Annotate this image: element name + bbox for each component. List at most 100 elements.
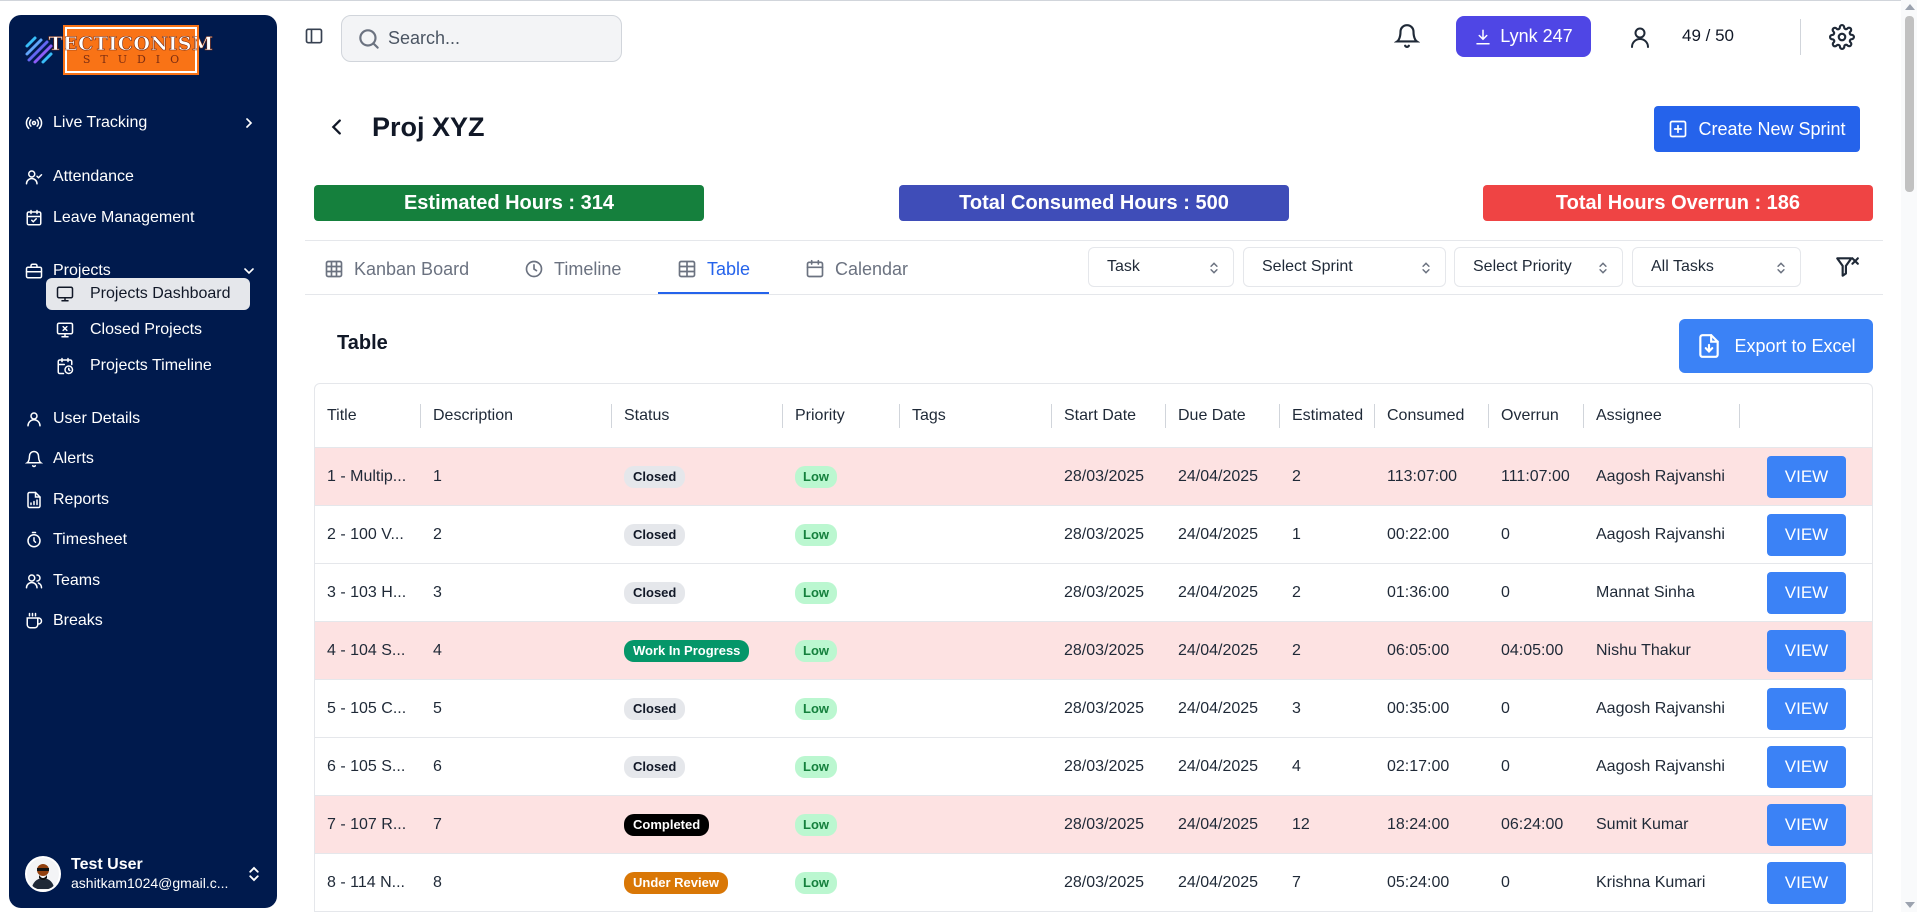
view-button[interactable]: VIEW	[1767, 804, 1846, 846]
sidebar-subitem-projects-timeline[interactable]: Projects Timeline	[46, 350, 250, 382]
view-button[interactable]: VIEW	[1767, 456, 1846, 498]
cell-title: 7 - 107 R...	[315, 796, 421, 854]
column-header[interactable]: Tags	[900, 384, 1052, 448]
column-header[interactable]: Status	[612, 384, 783, 448]
view-button[interactable]: VIEW	[1767, 746, 1846, 788]
cell-value: 24/04/2025	[1178, 816, 1259, 833]
cell-value: 6 - 105 S...	[327, 758, 406, 775]
table-row[interactable]: 7 - 107 R... 7 Completed Low 28/03/2025 24/04…	[315, 796, 1872, 854]
cell-value: 04:05:00	[1501, 642, 1564, 659]
notification-bell-icon[interactable]	[1394, 22, 1420, 50]
sidebar-item-alerts[interactable]: Alerts	[25, 445, 261, 473]
clear-filter-icon[interactable]	[1834, 254, 1860, 280]
column-header[interactable]: Overrun	[1489, 384, 1584, 448]
sidebar-item-live-tracking[interactable]: Live Tracking	[25, 109, 261, 137]
tab-table[interactable]: Table	[677, 254, 750, 284]
cell-overrun: 06:24:00	[1489, 796, 1584, 854]
view-button[interactable]: VIEW	[1767, 862, 1846, 904]
user-icon[interactable]	[1628, 24, 1652, 50]
status-badge: Closed	[624, 698, 686, 720]
tab-calendar[interactable]: Calendar	[805, 254, 908, 284]
tab-label: Kanban Board	[354, 258, 470, 279]
table-row[interactable]: 1 - Multip... 1 Closed Low 28/03/2025 24/04/2…	[315, 448, 1872, 506]
cell-assignee: Aagosh Rajvanshi	[1584, 680, 1740, 738]
view-button[interactable]: VIEW	[1767, 572, 1846, 614]
sidebar-item-breaks[interactable]: Breaks	[25, 607, 261, 635]
cell-value: 24/04/2025	[1178, 468, 1259, 485]
cell-value: Sumit Kumar	[1596, 816, 1689, 833]
column-header[interactable]: Consumed	[1375, 384, 1489, 448]
scroll-thumb[interactable]	[1905, 16, 1914, 192]
search-box[interactable]	[341, 15, 622, 62]
sidebar-subitem-label: Projects Dashboard	[90, 285, 231, 302]
chevrons-up-down-icon[interactable]	[245, 864, 263, 884]
download-icon	[1476, 29, 1491, 44]
cell-value: 00:35:00	[1387, 700, 1450, 717]
cell-title: 8 - 114 N...	[315, 854, 421, 912]
table-row[interactable]: 6 - 105 S... 6 Closed Low 28/03/2025 24/04/20…	[315, 738, 1872, 796]
create-sprint-button[interactable]: Create New Sprint	[1654, 106, 1860, 152]
table-row[interactable]: 3 - 103 H... 3 Closed Low 28/03/2025 24/04/20…	[315, 564, 1872, 622]
sidebar-toggle-icon[interactable]	[304, 26, 324, 46]
sidebar-item-leave-management[interactable]: Leave Management	[25, 204, 261, 232]
tab-timeline[interactable]: Timeline	[524, 254, 621, 284]
scroll-down-arrow[interactable]	[1905, 902, 1915, 908]
lynk-download-button[interactable]: Lynk 247	[1456, 16, 1591, 57]
user-profile[interactable]: Test User ashitkam1024@gmail.c...	[25, 852, 263, 896]
cell-value: 0	[1501, 700, 1510, 717]
cell-status: Closed	[612, 448, 783, 506]
page-scrollbar[interactable]	[1901, 0, 1917, 912]
table-row[interactable]: 8 - 114 N... 8 Under Review Low 28/03/2025 24…	[315, 854, 1872, 912]
column-header-label: Assignee	[1596, 407, 1662, 424]
cell-start: 28/03/2025	[1052, 622, 1166, 680]
cell-value: 28/03/2025	[1064, 816, 1145, 833]
column-header[interactable]: Estimated	[1280, 384, 1375, 448]
user-icon	[27, 412, 41, 427]
sidebar-item-attendance[interactable]: Attendance	[25, 163, 261, 191]
sidebar-subitem-projects-dashboard[interactable]: Projects Dashboard	[46, 278, 250, 310]
view-button[interactable]: VIEW	[1767, 630, 1846, 672]
cell-value: Aagosh Rajvanshi	[1596, 468, 1725, 485]
view-button[interactable]: VIEW	[1767, 514, 1846, 556]
column-header-label: Start Date	[1064, 407, 1137, 424]
sidebar-item-reports[interactable]: Reports	[25, 486, 261, 514]
cell-value: 2	[1292, 584, 1301, 601]
sidebar-item-timesheet[interactable]: Timesheet	[25, 526, 261, 554]
scroll-up-arrow[interactable]	[1905, 4, 1915, 10]
avatar	[25, 856, 61, 892]
sidebar-item-teams[interactable]: Teams	[25, 567, 261, 595]
table-row[interactable]: 4 - 104 S... 4 Work In Progress Low 28/03/20…	[315, 622, 1872, 680]
column-header[interactable]: Priority	[783, 384, 900, 448]
cell-value: Krishna Kumari	[1596, 874, 1706, 891]
sidebar-subitem-closed-projects[interactable]: Closed Projects	[46, 314, 250, 346]
column-header[interactable]: Title	[315, 384, 421, 448]
column-header[interactable]: Due Date	[1166, 384, 1280, 448]
cell-description: 7	[421, 796, 612, 854]
logo[interactable]: TECTICONISM STUDIO	[21, 25, 213, 75]
type-select-value: Task	[1107, 258, 1140, 275]
cell-value: 3	[433, 584, 442, 601]
cell-value: Aagosh Rajvanshi	[1596, 526, 1725, 543]
view-button[interactable]: VIEW	[1767, 688, 1846, 730]
column-separator[interactable]	[1739, 404, 1740, 428]
cell-overrun: 04:05:00	[1489, 622, 1584, 680]
back-arrow-icon[interactable]	[326, 116, 348, 138]
column-header[interactable]: Assignee	[1584, 384, 1740, 448]
search-input[interactable]	[388, 28, 608, 49]
sprint-select[interactable]: Select Sprint	[1243, 247, 1446, 287]
priority-select[interactable]: Select Priority	[1454, 247, 1623, 287]
type-select[interactable]: Task	[1088, 247, 1234, 287]
cell-start: 28/03/2025	[1052, 448, 1166, 506]
gear-icon[interactable]	[1829, 24, 1855, 50]
table-row[interactable]: 5 - 105 C... 5 Closed Low 28/03/2025 24/04/20…	[315, 680, 1872, 738]
cell-value: 3 - 103 H...	[327, 584, 407, 601]
tab-kanban-board[interactable]: Kanban Board	[324, 254, 469, 284]
sidebar-item-label: Attendance	[53, 168, 134, 185]
export-excel-button[interactable]: Export to Excel	[1679, 319, 1873, 373]
column-header[interactable]: Start Date	[1052, 384, 1166, 448]
tasks-select[interactable]: All Tasks	[1632, 247, 1801, 287]
sidebar-item-label: Alerts	[53, 450, 94, 467]
column-header[interactable]: Description	[421, 384, 612, 448]
sidebar-item-user-details[interactable]: User Details	[25, 405, 261, 433]
table-row[interactable]: 2 - 100 V... 2 Closed Low 28/03/2025 24/04/20…	[315, 506, 1872, 564]
